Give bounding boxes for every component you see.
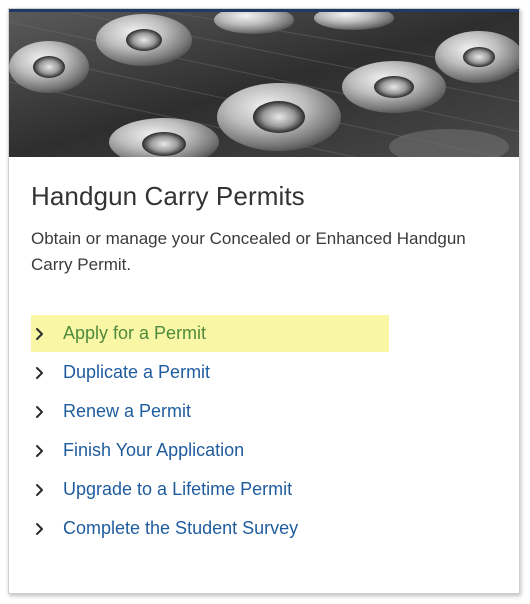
chevron-right-icon [35, 483, 63, 497]
link-label: Finish Your Application [63, 440, 245, 460]
list-item: Complete the Student Survey [31, 509, 497, 548]
link-label: Upgrade to a Lifetime Permit [63, 479, 293, 499]
list-item: Finish Your Application [31, 431, 497, 470]
link-label: Duplicate a Permit [63, 362, 211, 382]
link-label: Apply for a Permit [63, 323, 207, 343]
link-complete-student-survey[interactable]: Complete the Student Survey [31, 510, 389, 547]
chevron-right-icon [35, 366, 63, 380]
card-description: Obtain or manage your Concealed or Enhan… [31, 229, 466, 274]
link-label: Renew a Permit [63, 401, 192, 421]
chevron-right-icon [35, 327, 63, 341]
card-body: Handgun Carry Permits Obtain or manage y… [9, 157, 519, 548]
list-item: Apply for a Permit [31, 314, 497, 353]
link-finish-application[interactable]: Finish Your Application [31, 432, 389, 469]
card-title: Handgun Carry Permits [31, 181, 305, 211]
hero-image-badges [9, 12, 519, 157]
list-item: Renew a Permit [31, 392, 497, 431]
handgun-permits-card: Handgun Carry Permits Obtain or manage y… [8, 8, 520, 594]
link-upgrade-lifetime-permit[interactable]: Upgrade to a Lifetime Permit [31, 471, 389, 508]
link-duplicate-permit[interactable]: Duplicate a Permit [31, 354, 389, 391]
chevron-right-icon [35, 405, 63, 419]
list-item: Duplicate a Permit [31, 353, 497, 392]
link-apply-permit[interactable]: Apply for a Permit [31, 315, 389, 352]
link-renew-permit[interactable]: Renew a Permit [31, 393, 389, 430]
permit-actions-list: Apply for a Permit Duplicate a Permit Rene… [31, 314, 497, 548]
chevron-right-icon [35, 522, 63, 536]
badges-photo-illustration [9, 12, 519, 157]
link-label: Complete the Student Survey [63, 518, 299, 538]
list-item: Upgrade to a Lifetime Permit [31, 470, 497, 509]
chevron-right-icon [35, 444, 63, 458]
